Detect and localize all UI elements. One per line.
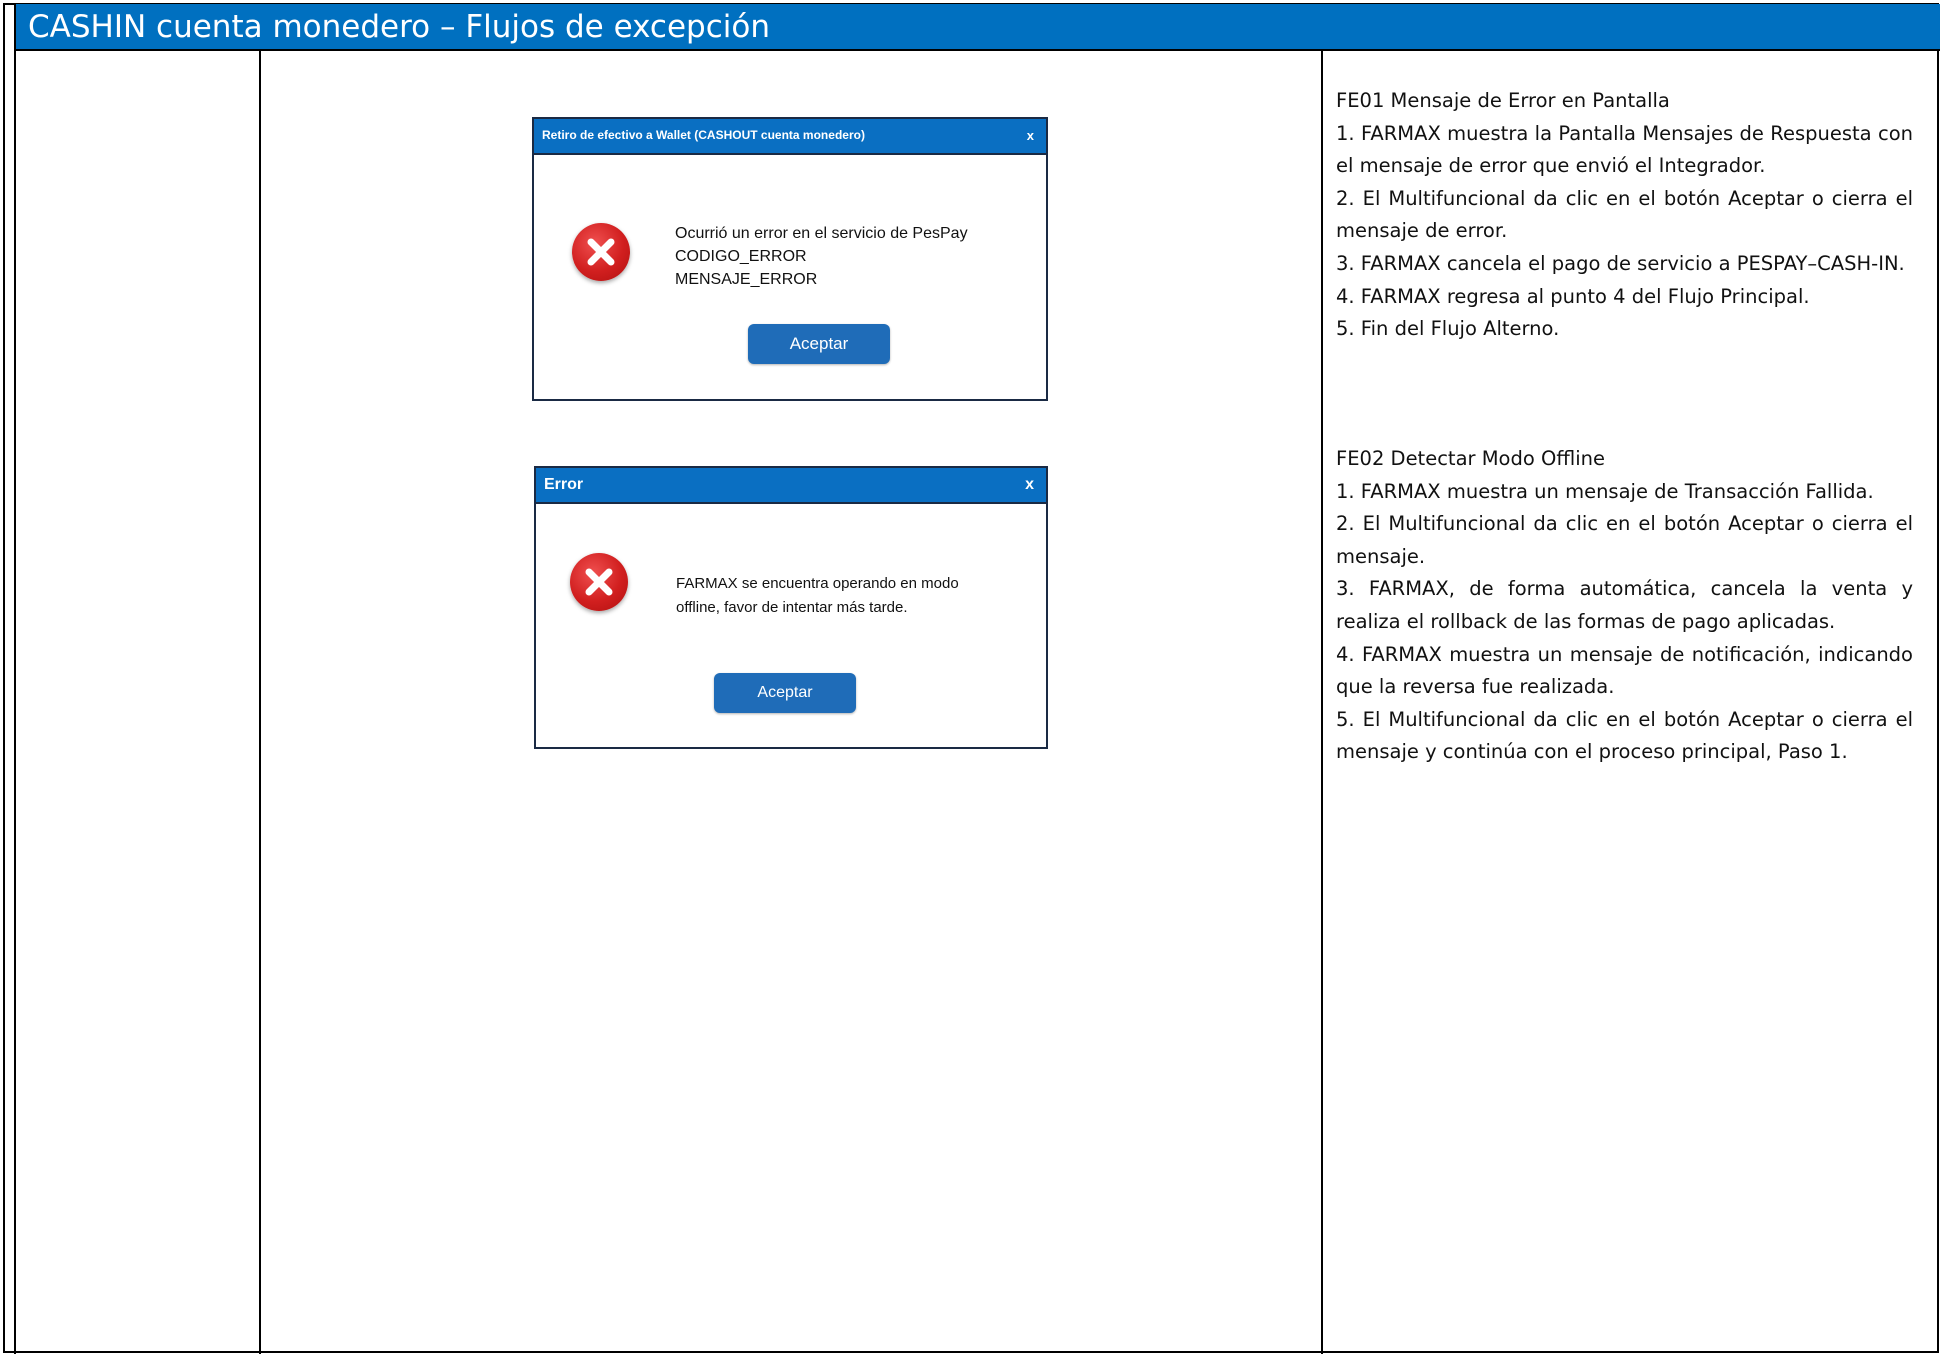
accept-button[interactable]: Aceptar (748, 324, 890, 364)
close-icon[interactable]: x (1025, 476, 1034, 494)
error-x-icon (570, 553, 628, 611)
dialog-titlebar: Error x (536, 468, 1046, 504)
message-line: offline, favor de intentar más tarde. (676, 599, 908, 616)
column-divider-right (1321, 51, 1323, 1354)
section-title: CASHIN cuenta monedero – Flujos de excep… (28, 9, 770, 45)
message-line: FARMAX se encuentra operando en modo (676, 575, 959, 592)
column-divider-left (259, 51, 261, 1354)
flow-step: 4. FARMAX regresa al punto 4 del Flujo P… (1336, 284, 1810, 308)
error-x-icon (572, 223, 630, 281)
flow-step: 5. Fin del Flujo Alterno. (1336, 317, 1560, 341)
section-header: CASHIN cuenta monedero – Flujos de excep… (16, 4, 1940, 51)
accept-button[interactable]: Aceptar (714, 673, 856, 713)
flow-fe01: FE01 Mensaje de Error en Pantalla 1. FAR… (1336, 85, 1913, 346)
flow-heading: FE01 Mensaje de Error en Pantalla (1336, 89, 1670, 112)
dialog-title: Retiro de efectivo a Wallet (CASHOUT cue… (542, 128, 865, 142)
dialog-message: Ocurrió un error en el servicio de PesPa… (675, 222, 968, 291)
flow-step: 1. FARMAX muestra un mensaje de Transacc… (1336, 479, 1874, 503)
flow-step: 1. FARMAX muestra la Pantalla Mensajes d… (1336, 121, 1913, 178)
dialog-title: Error (544, 476, 584, 493)
dialog-message: FARMAX se encuentra operando en modo off… (676, 572, 959, 620)
error-dialog-offline: Error x FARMAX se encuentra operando en … (534, 466, 1048, 749)
dialog-titlebar: Retiro de efectivo a Wallet (CASHOUT cue… (534, 119, 1046, 155)
flow-step: 3. FARMAX, de forma automática, cancela … (1336, 577, 1913, 633)
flow-step: 3. FARMAX cancela el pago de servicio a … (1336, 251, 1905, 275)
margin-rule (14, 4, 16, 1354)
flow-step: 4. FARMAX muestra un mensaje de notifica… (1336, 642, 1913, 699)
close-icon[interactable]: x (1027, 128, 1034, 143)
message-line: Ocurrió un error en el servicio de PesPa… (675, 225, 968, 242)
message-line: MENSAJE_ERROR (675, 271, 818, 288)
message-line: CODIGO_ERROR (675, 248, 807, 265)
flow-step: 2. El Multifuncional da clic en el botón… (1336, 186, 1913, 243)
flow-fe02: FE02 Detectar Modo Offline 1. FARMAX mue… (1336, 443, 1913, 769)
flow-step: 2. El Multifuncional da clic en el botón… (1336, 512, 1913, 568)
flow-step: 5. El Multifuncional da clic en el botón… (1336, 707, 1913, 764)
flow-heading: FE02 Detectar Modo Offline (1336, 447, 1605, 470)
error-dialog-pespay: Retiro de efectivo a Wallet (CASHOUT cue… (532, 117, 1048, 401)
